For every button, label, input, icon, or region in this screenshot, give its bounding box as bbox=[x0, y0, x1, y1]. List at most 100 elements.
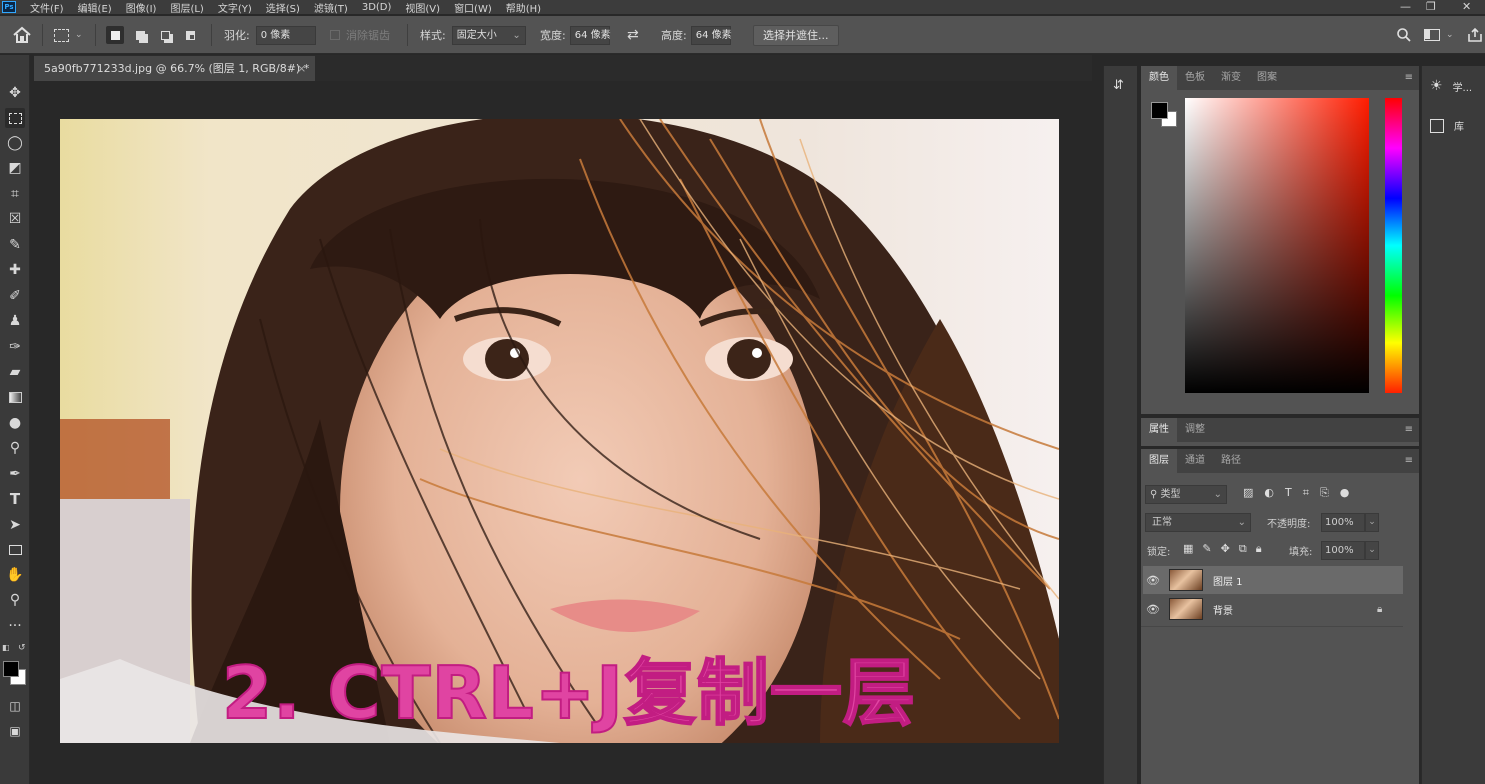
intersect-selection-icon[interactable] bbox=[181, 26, 199, 44]
select-and-mask-button[interactable]: 选择并遮住... bbox=[753, 24, 839, 46]
object-select-tool-icon[interactable]: ◩ bbox=[5, 158, 25, 178]
rectangle-tool-icon[interactable] bbox=[5, 540, 25, 560]
swap-dimensions-icon[interactable]: ⇄ bbox=[627, 16, 639, 54]
style-select[interactable]: 固定大小 ⌄ bbox=[451, 25, 526, 45]
document-tab-title: 5a90fb771233d.jpg @ 66.7% (图层 1, RGB/8#)… bbox=[44, 62, 310, 75]
eyedropper-tool-icon[interactable]: ✎ bbox=[5, 235, 25, 255]
history-panel-icon[interactable]: ⇵ bbox=[1113, 78, 1129, 94]
close-window-icon[interactable]: ✕ bbox=[1462, 0, 1471, 13]
color-swatches[interactable]: ◧ ↺ bbox=[2, 643, 28, 685]
pen-tool-icon[interactable]: ✒ bbox=[5, 464, 25, 484]
more-tools-icon[interactable]: ··· bbox=[5, 616, 25, 636]
tab-paths[interactable]: 路径 bbox=[1213, 449, 1249, 473]
shape-filter-icon[interactable]: ⌗ bbox=[1303, 486, 1309, 500]
tab-color[interactable]: 颜色 bbox=[1141, 66, 1177, 90]
menu-filter[interactable]: 滤镜(T) bbox=[314, 0, 348, 15]
gradient-tool-icon[interactable] bbox=[5, 387, 25, 407]
lock-transparency-icon[interactable]: ▦ bbox=[1183, 542, 1193, 556]
eye-icon[interactable]: 👁︎ bbox=[1143, 574, 1163, 587]
learn-panel-button[interactable]: ☀ 学... bbox=[1430, 78, 1472, 94]
eye-icon[interactable]: 👁︎ bbox=[1143, 603, 1163, 616]
frame-tool-icon[interactable]: ☒ bbox=[5, 209, 25, 229]
path-select-tool-icon[interactable]: ➤ bbox=[5, 515, 25, 535]
workspace-icon[interactable]: ⌄ bbox=[1424, 16, 1454, 54]
menu-window[interactable]: 窗口(W) bbox=[454, 0, 492, 15]
zoom-tool-icon[interactable]: ⚲ bbox=[5, 590, 25, 610]
menu-3d[interactable]: 3D(D) bbox=[362, 2, 392, 13]
menu-type[interactable]: 文字(Y) bbox=[218, 0, 252, 15]
menu-select[interactable]: 选择(S) bbox=[266, 0, 300, 15]
chevron-down-icon[interactable]: ⌄ bbox=[1365, 541, 1379, 560]
share-icon[interactable] bbox=[1467, 16, 1483, 54]
eraser-tool-icon[interactable]: ▰ bbox=[5, 362, 25, 382]
panel-menu-icon[interactable]: ≡ bbox=[1405, 455, 1413, 466]
panel-menu-icon[interactable]: ≡ bbox=[1405, 72, 1413, 83]
quick-mask-icon[interactable]: ◫ bbox=[5, 696, 25, 716]
crop-tool-icon[interactable]: ⌗ bbox=[5, 184, 25, 204]
history-brush-tool-icon[interactable]: ✑ bbox=[5, 337, 25, 357]
lock-pixels-icon[interactable]: ✎ bbox=[1202, 542, 1211, 556]
marquee-tool-icon[interactable] bbox=[5, 108, 25, 128]
add-selection-icon[interactable] bbox=[131, 26, 149, 44]
hand-tool-icon[interactable]: ✋ bbox=[5, 565, 25, 585]
menu-image[interactable]: 图像(I) bbox=[126, 0, 157, 15]
tab-adjustments[interactable]: 调整 bbox=[1177, 418, 1213, 442]
clone-stamp-tool-icon[interactable]: ♟ bbox=[5, 311, 25, 331]
tab-gradients[interactable]: 渐变 bbox=[1213, 66, 1249, 90]
hue-slider[interactable] bbox=[1385, 98, 1402, 393]
feather-input[interactable]: 0 像素 bbox=[255, 25, 316, 45]
lock-position-icon[interactable]: ✥ bbox=[1221, 542, 1230, 556]
adjustment-filter-icon[interactable]: ◐ bbox=[1264, 486, 1274, 500]
home-icon[interactable] bbox=[12, 16, 32, 54]
marquee-preset-icon[interactable]: ⌄ bbox=[54, 16, 83, 54]
fg-color-chip[interactable] bbox=[1151, 102, 1168, 119]
restore-icon[interactable]: ❐ bbox=[1426, 0, 1436, 13]
filter-toggle-icon[interactable]: ● bbox=[1340, 486, 1350, 500]
fill-input[interactable]: 100% bbox=[1321, 541, 1365, 560]
lock-all-icon[interactable]: 🔒︎ bbox=[1256, 542, 1262, 556]
type-filter-icon[interactable]: T bbox=[1285, 486, 1292, 500]
lasso-tool-icon[interactable]: ◯ bbox=[5, 133, 25, 153]
chevron-down-icon[interactable]: ⌄ bbox=[1365, 513, 1379, 532]
tab-properties[interactable]: 属性 bbox=[1141, 418, 1177, 442]
library-panel-button[interactable]: 库 bbox=[1430, 118, 1464, 133]
minimize-icon[interactable]: — bbox=[1400, 0, 1411, 13]
menu-edit[interactable]: 编辑(E) bbox=[78, 0, 112, 15]
foreground-color-swatch[interactable] bbox=[3, 661, 19, 677]
brush-tool-icon[interactable]: ✐ bbox=[5, 286, 25, 306]
height-input[interactable]: 64 像素 bbox=[690, 25, 732, 45]
screen-mode-icon[interactable]: ▣ bbox=[5, 721, 25, 741]
tab-patterns[interactable]: 图案 bbox=[1249, 66, 1285, 90]
search-icon[interactable] bbox=[1396, 16, 1412, 54]
lock-artboard-icon[interactable]: ⧉ bbox=[1239, 542, 1247, 556]
tab-swatches[interactable]: 色板 bbox=[1177, 66, 1213, 90]
blend-mode-select[interactable]: 正常 ⌄ bbox=[1145, 513, 1251, 532]
new-selection-icon[interactable] bbox=[106, 26, 124, 44]
smart-object-filter-icon[interactable]: ⎘ bbox=[1320, 486, 1329, 500]
swap-colors-icon[interactable]: ↺ bbox=[18, 643, 26, 653]
healing-brush-tool-icon[interactable]: ✚ bbox=[5, 260, 25, 280]
opacity-input[interactable]: 100% bbox=[1321, 513, 1365, 532]
default-colors-icon[interactable]: ◧ bbox=[2, 643, 10, 652]
menu-layer[interactable]: 图层(L) bbox=[170, 0, 203, 15]
menu-file[interactable]: 文件(F) bbox=[30, 0, 64, 15]
dodge-tool-icon[interactable]: ⚲ bbox=[5, 438, 25, 458]
menu-help[interactable]: 帮助(H) bbox=[506, 0, 541, 15]
antialias-checkbox[interactable] bbox=[330, 30, 340, 40]
type-tool-icon[interactable]: T bbox=[5, 489, 25, 509]
subtract-selection-icon[interactable] bbox=[156, 26, 174, 44]
panel-menu-icon[interactable]: ≡ bbox=[1405, 424, 1413, 435]
close-tab-icon[interactable]: × bbox=[297, 56, 306, 81]
menu-view[interactable]: 视图(V) bbox=[405, 0, 440, 15]
layer-row-background[interactable]: 👁︎ 背景 🔒︎ bbox=[1143, 595, 1403, 623]
width-input[interactable]: 64 像素 bbox=[569, 25, 611, 45]
blur-tool-icon[interactable]: ● bbox=[5, 413, 25, 433]
tab-layers[interactable]: 图层 bbox=[1141, 449, 1177, 473]
tab-channels[interactable]: 通道 bbox=[1177, 449, 1213, 473]
move-tool-icon[interactable]: ✥ bbox=[5, 83, 25, 103]
layer-filter-select[interactable]: ⚲ 类型 ⌄ bbox=[1145, 485, 1227, 504]
color-field[interactable] bbox=[1185, 98, 1369, 393]
layer-row-layer1[interactable]: 👁︎ 图层 1 bbox=[1143, 566, 1403, 594]
document-tab[interactable]: 5a90fb771233d.jpg @ 66.7% (图层 1, RGB/8#)… bbox=[34, 56, 315, 81]
pixel-filter-icon[interactable]: ▨ bbox=[1243, 486, 1253, 500]
